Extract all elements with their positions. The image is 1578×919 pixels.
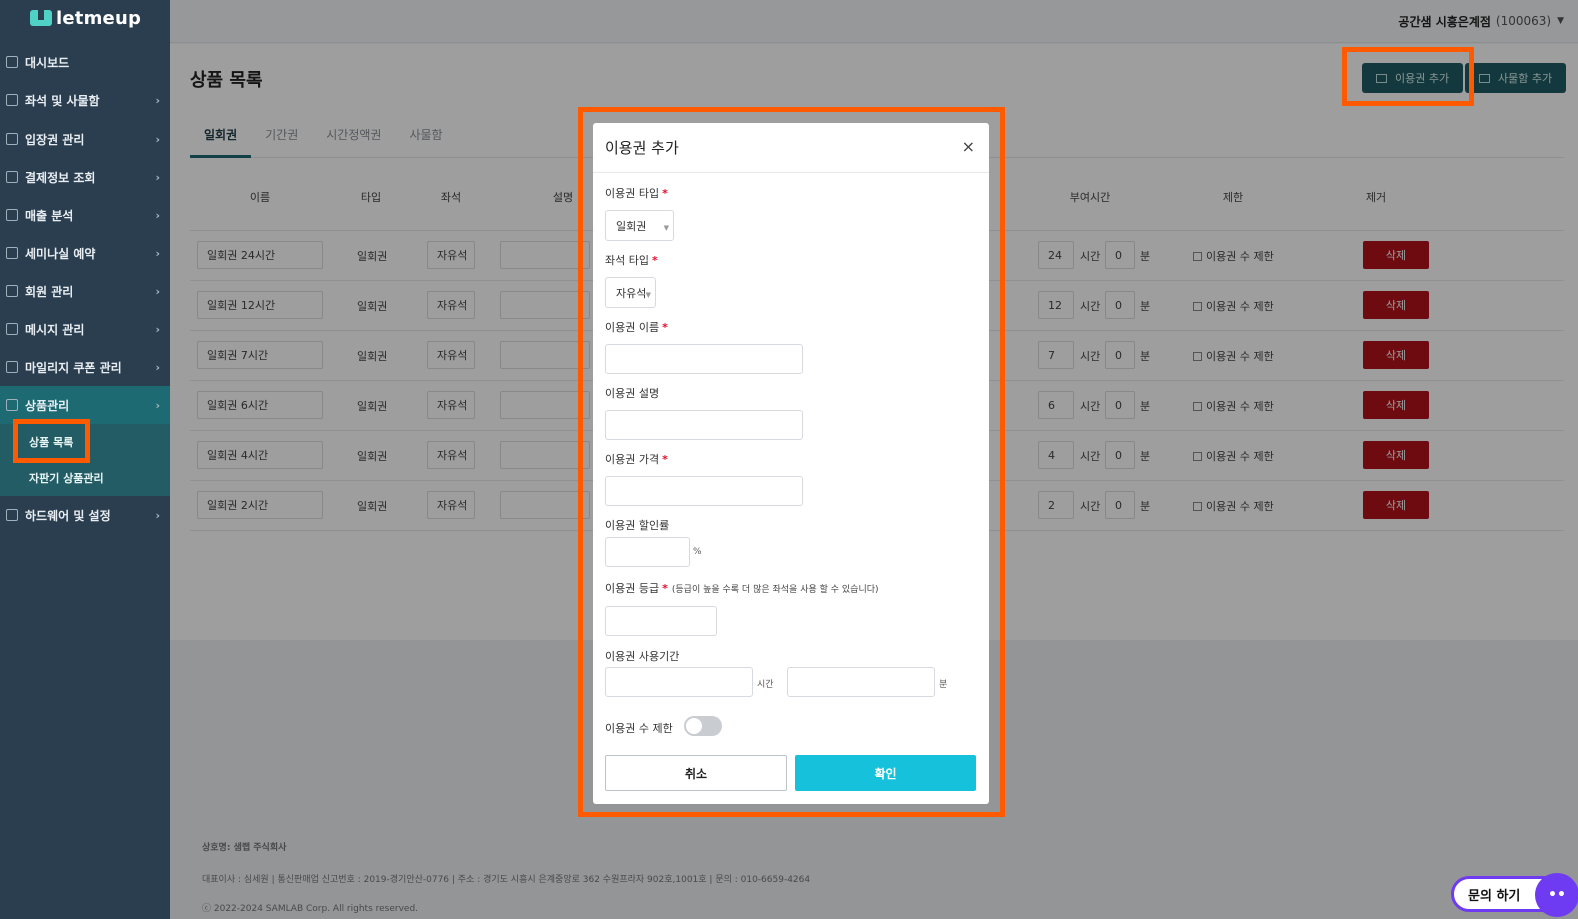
chevron-right-icon: ›	[155, 284, 160, 298]
ticket-type-label-text: 이용권 타입	[605, 187, 660, 200]
sidebar-item-label: 입장권 관리	[25, 132, 85, 147]
seat-type-value: 자유석	[616, 286, 647, 300]
ticket-name-input[interactable]	[605, 344, 803, 374]
contact-chat-label: 문의 하기	[1468, 888, 1521, 904]
ticket-description-label: 이용권 설명	[605, 387, 660, 400]
ticket-grade-label-text: 이용권 등급	[605, 582, 660, 595]
sidebar-item[interactable]: 대시보드	[0, 43, 170, 81]
chevron-right-icon: ›	[155, 208, 160, 222]
ticket-name-label-text: 이용권 이름	[605, 321, 660, 334]
logo-text: letmeup	[56, 7, 142, 29]
toggle-knob	[686, 718, 702, 734]
required-mark: *	[662, 187, 668, 200]
required-mark: *	[651, 254, 658, 267]
period-minutes-input[interactable]	[787, 667, 935, 697]
logo[interactable]: letmeup	[0, 0, 170, 36]
seat-icon	[6, 94, 18, 106]
sidebar-item-label: 회원 관리	[25, 284, 74, 299]
sidebar-item[interactable]: 회원 관리 ›	[0, 272, 170, 310]
cancel-button[interactable]: 취소	[605, 755, 787, 791]
ticket-discount-label: 이용권 할인률	[605, 519, 670, 532]
sidebar-item-label: 상품관리	[25, 398, 70, 413]
seat-type-label-text: 좌석 타입	[605, 254, 649, 267]
chevron-right-icon: ›	[155, 170, 160, 184]
chevron-down-icon: ▼	[663, 224, 669, 232]
seat-type-select[interactable]: 자유석 ▼	[605, 277, 656, 308]
ticket-price-input[interactable]	[605, 476, 803, 506]
chevron-right-icon: ›	[155, 360, 160, 374]
grid-icon	[6, 56, 18, 68]
ticket-limit-label: 이용권 수 제한	[605, 722, 673, 735]
sidebar-item-label: 결제정보 조회	[25, 170, 96, 185]
card-icon	[6, 171, 18, 183]
period-hours-unit: 시간	[757, 680, 774, 690]
ticket-name-label: 이용권 이름 *	[605, 319, 668, 335]
gear-icon	[6, 509, 18, 521]
sidebar-item[interactable]: 결제정보 조회 ›	[0, 158, 170, 196]
sidebar-item[interactable]: 메시지 관리 ›	[0, 310, 170, 348]
chevron-down-icon: ▼	[645, 291, 651, 299]
required-mark: *	[662, 321, 668, 334]
required-mark: *	[662, 453, 668, 466]
modal-title: 이용권 추가	[605, 139, 679, 157]
coin-icon	[6, 361, 18, 373]
contact-chat-button[interactable]: 문의 하기 ••	[1451, 873, 1578, 917]
ticket-grade-label: 이용권 등급 * (등급이 높을 수록 더 많은 좌석을 사용 할 수 있습니다)	[605, 580, 879, 596]
sidebar-item[interactable]: 매출 분석 ›	[0, 196, 170, 234]
sidebar-item-label: 메시지 관리	[25, 322, 85, 337]
add-ticket-modal: 이용권 추가 × 이용권 타입 * 일회권 ▼ 좌석 타입 * 자유석 ▼ 이용권 이름…	[593, 123, 989, 804]
mail-icon	[6, 323, 18, 335]
chat-bubble-icon: ••	[1535, 873, 1578, 917]
chevron-right-icon: ›	[155, 132, 160, 146]
sidebar-item-label: 마일리지 쿠폰 관리	[25, 360, 122, 375]
sidebar-item[interactable]: 마일리지 쿠폰 관리 ›	[0, 348, 170, 386]
sidebar-item-label: 하드웨어 및 설정	[25, 508, 111, 523]
subnav-item-vending-products[interactable]: 자판기 상품관리	[0, 460, 170, 496]
confirm-button[interactable]: 확인	[795, 755, 976, 791]
subnav-item-product-list[interactable]: 상품 목록	[0, 424, 170, 460]
discount-unit: %	[693, 547, 702, 557]
seat-type-label: 좌석 타입 *	[605, 252, 658, 268]
ticket-grade-input[interactable]	[605, 606, 717, 636]
chevron-right-icon: ›	[155, 508, 160, 522]
modal-header: 이용권 추가 ×	[593, 123, 989, 173]
ticket-type-label: 이용권 타입 *	[605, 185, 668, 201]
period-hours-input[interactable]	[605, 667, 753, 697]
chevron-right-icon: ›	[155, 246, 160, 260]
chevron-right-icon: ›	[155, 322, 160, 336]
close-icon[interactable]: ×	[962, 137, 975, 156]
ticket-type-select[interactable]: 일회권 ▼	[605, 210, 674, 241]
sidebar-item-label: 좌석 및 사물함	[25, 93, 100, 108]
sidebar-item[interactable]: 하드웨어 및 설정 ›	[0, 496, 170, 534]
sidebar: letmeup 대시보드 좌석 및 사물함 › 입장권 관리 › 결제정보 조회 › 매출 분…	[0, 0, 170, 919]
subnav-item-label: 자판기 상품관리	[29, 472, 104, 485]
ticket-price-label-text: 이용권 가격	[605, 453, 660, 466]
ticket-type-value: 일회권	[616, 219, 647, 233]
ticket-icon	[6, 133, 18, 145]
ticket-description-input[interactable]	[605, 410, 803, 440]
subnav-item-label: 상품 목록	[29, 436, 74, 449]
sidebar-item[interactable]: 상품관리 ›	[0, 386, 170, 424]
calendar-icon	[6, 247, 18, 259]
required-mark: *	[662, 582, 668, 595]
chart-icon	[6, 209, 18, 221]
ticket-limit-toggle[interactable]	[684, 716, 722, 736]
users-icon	[6, 285, 18, 297]
period-minutes-unit: 분	[939, 680, 948, 690]
sidebar-item[interactable]: 좌석 및 사물함 ›	[0, 81, 170, 119]
sidebar-item-label: 대시보드	[25, 55, 70, 70]
sidebar-item-label: 세미나실 예약	[25, 246, 96, 261]
product-icon	[6, 399, 18, 411]
logo-mark-icon	[30, 10, 52, 26]
ticket-price-label: 이용권 가격 *	[605, 451, 668, 467]
chevron-right-icon: ›	[155, 93, 160, 107]
ticket-discount-input[interactable]	[605, 537, 690, 567]
ticket-period-label: 이용권 사용기간	[605, 650, 680, 663]
sidebar-item[interactable]: 입장권 관리 ›	[0, 120, 170, 158]
sidebar-item[interactable]: 세미나실 예약 ›	[0, 234, 170, 272]
sidebar-item-label: 매출 분석	[25, 208, 74, 223]
ticket-grade-hint: (등급이 높을 수록 더 많은 좌석을 사용 할 수 있습니다)	[671, 585, 879, 595]
subnav-product: 상품 목록 자판기 상품관리	[0, 424, 170, 496]
chevron-right-icon: ›	[155, 398, 160, 412]
